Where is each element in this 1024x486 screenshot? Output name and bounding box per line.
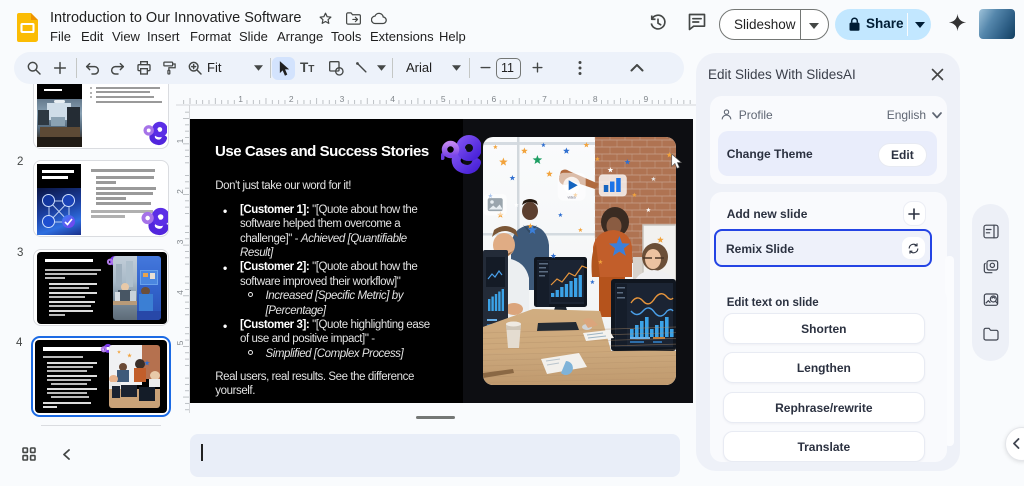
svg-text:video: video [567,196,575,200]
svg-text:3: 3 [176,239,185,244]
svg-text:2: 2 [176,189,185,194]
svg-text:6: 6 [492,94,497,104]
svg-text:7: 7 [542,94,547,104]
svg-text:9: 9 [643,94,648,104]
svg-text:1: 1 [238,94,243,104]
svg-text:4: 4 [390,94,395,104]
svg-text:5: 5 [441,94,446,104]
svg-text:8: 8 [593,94,598,104]
svg-text:3: 3 [340,94,345,104]
svg-text:4: 4 [176,290,185,295]
svg-text:5: 5 [176,340,185,345]
svg-text:1: 1 [176,138,185,143]
svg-text:2: 2 [289,94,294,104]
